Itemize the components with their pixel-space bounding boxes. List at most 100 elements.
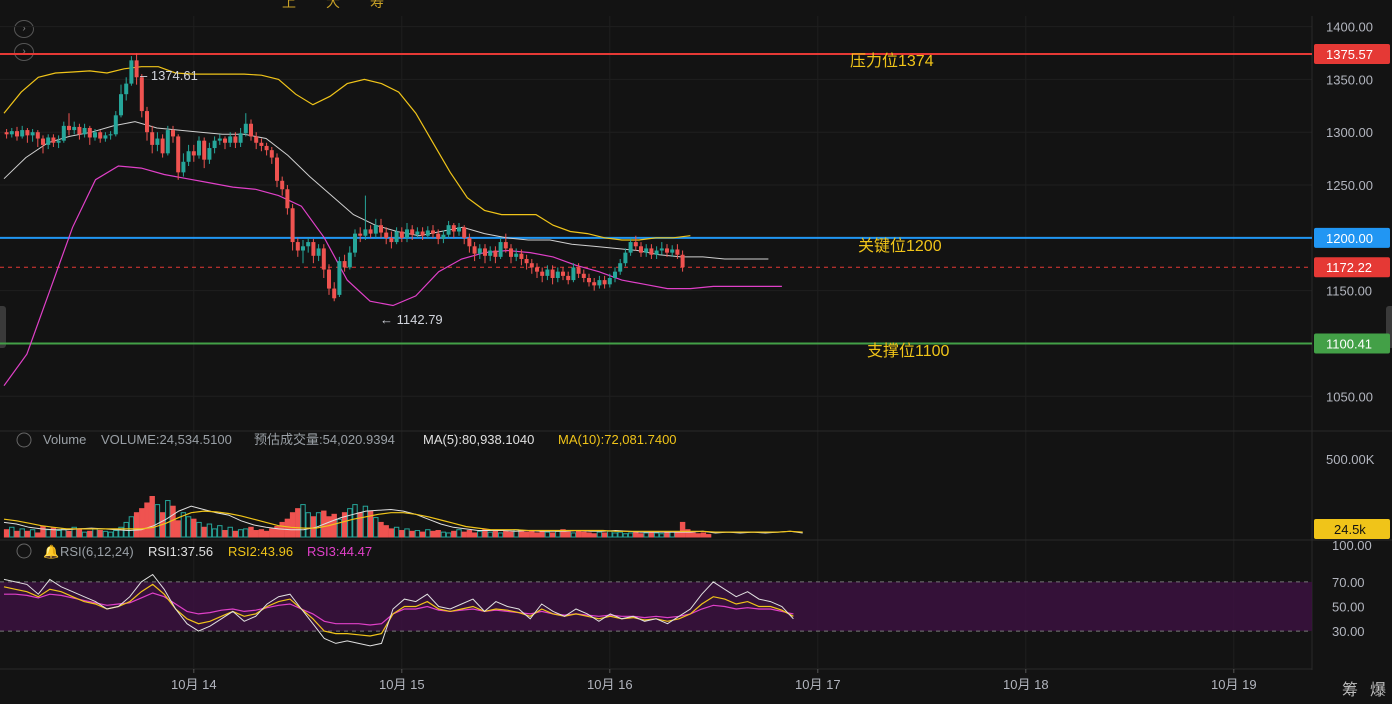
volume-bar (440, 531, 447, 538)
candle-body (285, 189, 290, 209)
volume-bar (237, 529, 244, 538)
candle-body (483, 248, 487, 256)
candle-body (41, 138, 45, 145)
volume-bar (81, 531, 88, 538)
volume-bar (638, 533, 644, 538)
price-tick-label: 1050.00 (1326, 389, 1373, 404)
candle-body (176, 136, 181, 173)
candle (103, 132, 108, 142)
candle-body (171, 130, 175, 137)
rsi3-value: RSI3:44.47 (307, 544, 372, 559)
volume-bar (211, 528, 218, 538)
candle-body (462, 227, 467, 238)
candle (670, 245, 675, 257)
support-label: 支撑位1100 (867, 342, 950, 360)
volume-bar (523, 531, 530, 538)
volume-bar (591, 533, 597, 538)
candle-body (654, 250, 659, 255)
candle-body (519, 253, 524, 259)
rsi-toggle-icon[interactable] (16, 543, 32, 559)
candle (202, 137, 207, 169)
candle (363, 195, 368, 240)
alarm-bell-icon[interactable]: 🔔 (43, 544, 59, 559)
candle-body (332, 288, 337, 299)
candle-body (87, 127, 92, 138)
candle-body (373, 225, 378, 234)
candlestick-chart[interactable]: 1400.00 1350.00 1300.00 1250.00 1200.00 1150.… (0, 0, 1392, 704)
candle (82, 123, 87, 138)
candle (462, 225, 467, 245)
volume-bar (669, 531, 675, 538)
volume-toggle-icon[interactable] (16, 432, 32, 448)
candle-body (129, 60, 134, 84)
volume-bar (633, 531, 639, 538)
liquidation-toggle[interactable]: 爆 (1370, 676, 1386, 700)
candle-body (451, 225, 456, 232)
resistance-label: 压力位1374 (850, 52, 934, 70)
volume-bar (92, 528, 98, 538)
candle (77, 123, 82, 140)
candle-body (72, 126, 77, 131)
candle-body (254, 136, 259, 143)
candle-body (223, 138, 227, 143)
candles (4, 53, 685, 302)
candle-body (592, 282, 597, 286)
candle-body (67, 125, 71, 131)
candle (503, 233, 508, 253)
candle-body (431, 230, 435, 234)
volume-tag-label: 24.5k (1334, 522, 1366, 537)
candle (290, 204, 295, 251)
volume-bar (19, 528, 25, 538)
low-marker: ← 1142.79 (380, 312, 443, 327)
candle (197, 136, 201, 159)
volume-bar (305, 512, 311, 538)
volume-bar (45, 529, 51, 538)
candle-body (181, 161, 186, 173)
candle-body (675, 249, 680, 255)
candle (483, 244, 487, 264)
volume-bar (539, 530, 545, 538)
candle-body (540, 271, 545, 276)
rsi2-value: RSI2:43.96 (228, 544, 293, 559)
candle-body (597, 280, 602, 286)
candle (514, 248, 519, 262)
volume-bar (139, 508, 145, 538)
candle-body (457, 227, 461, 232)
candle (529, 258, 534, 274)
candle-body (384, 232, 389, 238)
rsi-tick-label: 30.00 (1332, 624, 1365, 639)
candle-body (124, 83, 129, 95)
chip-distribution-toggle[interactable]: 筹 (1342, 676, 1358, 700)
candle-body (670, 249, 675, 253)
volume-bar (518, 530, 525, 538)
candle-body (535, 267, 539, 272)
bollinger-lower-line (3, 165, 782, 387)
candle (509, 244, 513, 264)
candle-body (108, 134, 113, 136)
candle (212, 136, 217, 154)
volume-bar (393, 526, 400, 538)
volume-bar (347, 508, 353, 538)
volume-bar (243, 528, 249, 538)
price-tick-label: 1350.00 (1326, 72, 1373, 87)
volume-bar (269, 528, 275, 538)
candle (592, 277, 597, 291)
volume-bar (627, 532, 634, 538)
candle (20, 125, 25, 139)
candle (254, 132, 259, 150)
candle-body (665, 248, 669, 253)
volume-bar (144, 502, 150, 538)
candle (659, 242, 664, 255)
volume-bar (581, 531, 587, 538)
price-tag-label: 1172.22 (1326, 260, 1372, 275)
candle (181, 153, 186, 177)
volume-bar (248, 526, 254, 538)
candle-body (207, 148, 212, 160)
candle-body (30, 132, 35, 136)
candle-body (197, 140, 201, 156)
volume-bar (700, 532, 707, 538)
candle (561, 267, 565, 281)
volume-bar (24, 530, 31, 538)
candle (223, 136, 227, 150)
candle (368, 225, 373, 238)
